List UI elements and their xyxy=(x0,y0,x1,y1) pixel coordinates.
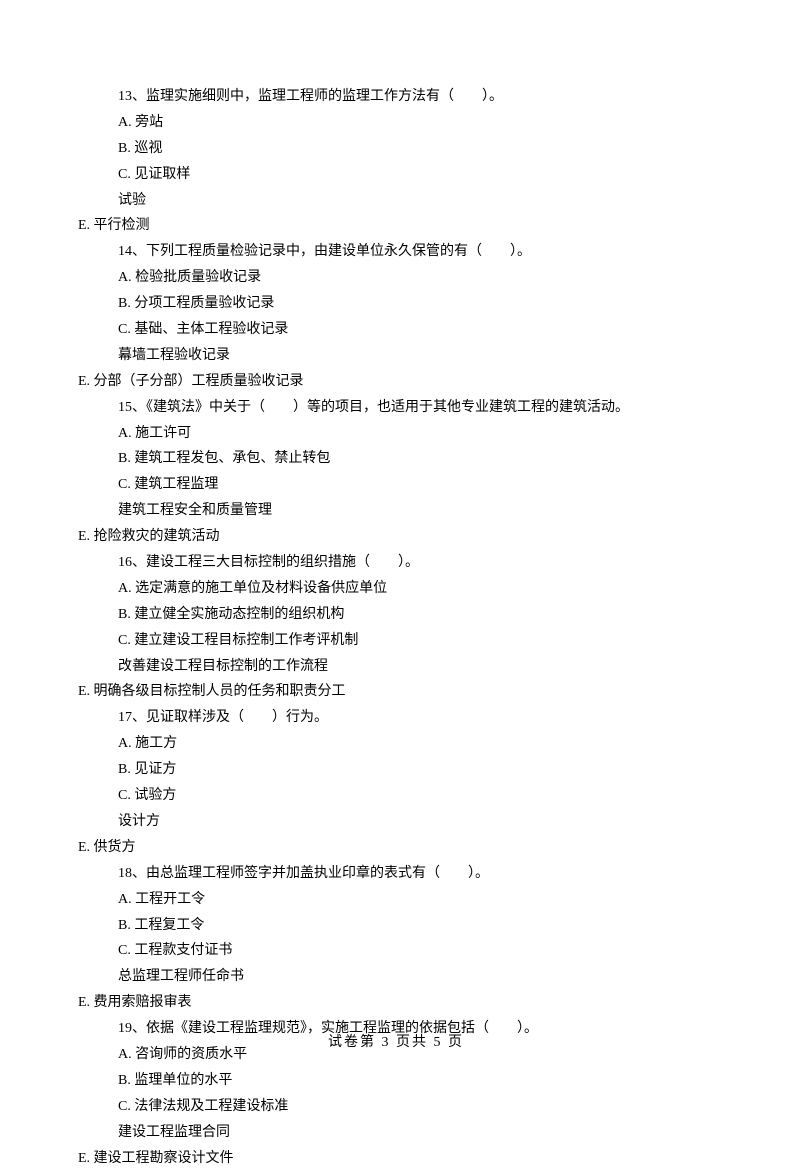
q14-opt-b: B. 分项工程质量验收记录 xyxy=(78,291,792,317)
q14-opt-e: E. 分部（子分部）工程质量验收记录 xyxy=(78,369,792,395)
q19-opt-d: 建设工程监理合同 xyxy=(78,1120,792,1146)
q15-opt-d: 建筑工程安全和质量管理 xyxy=(78,498,792,524)
q18-opt-d: 总监理工程师任命书 xyxy=(78,964,792,990)
q13-stem: 13、监理实施细则中，监理工程师的监理工作方法有（ ）。 xyxy=(78,84,792,110)
q16-opt-a: A. 选定满意的施工单位及材料设备供应单位 xyxy=(78,576,792,602)
q18-opt-c: C. 工程款支付证书 xyxy=(78,938,792,964)
q15-opt-e: E. 抢险救灾的建筑活动 xyxy=(78,524,792,550)
q16-stem: 16、建设工程三大目标控制的组织措施（ ）。 xyxy=(78,550,792,576)
page-footer: 试卷第 3 页共 5 页 xyxy=(0,1030,792,1056)
q16-opt-e: E. 明确各级目标控制人员的任务和职责分工 xyxy=(78,679,792,705)
q13-opt-b: B. 巡视 xyxy=(78,136,792,162)
q19-opt-e: E. 建设工程勘察设计文件 xyxy=(78,1146,792,1171)
q14-opt-d: 幕墙工程验收记录 xyxy=(78,343,792,369)
q17-opt-e: E. 供货方 xyxy=(78,835,792,861)
q17-opt-a: A. 施工方 xyxy=(78,731,792,757)
q18-opt-a: A. 工程开工令 xyxy=(78,887,792,913)
q15-opt-b: B. 建筑工程发包、承包、禁止转包 xyxy=(78,446,792,472)
q14-opt-c: C. 基础、主体工程验收记录 xyxy=(78,317,792,343)
q13-opt-a: A. 旁站 xyxy=(78,110,792,136)
q14-stem: 14、下列工程质量检验记录中，由建设单位永久保管的有（ ）。 xyxy=(78,239,792,265)
q15-opt-c: C. 建筑工程监理 xyxy=(78,472,792,498)
q17-opt-d: 设计方 xyxy=(78,809,792,835)
q18-stem: 18、由总监理工程师签字并加盖执业印章的表式有（ ）。 xyxy=(78,861,792,887)
q15-opt-a: A. 施工许可 xyxy=(78,421,792,447)
q13-opt-e: E. 平行检测 xyxy=(78,213,792,239)
q14-opt-a: A. 检验批质量验收记录 xyxy=(78,265,792,291)
q17-stem: 17、见证取样涉及（ ）行为。 xyxy=(78,705,792,731)
q17-opt-c: C. 试验方 xyxy=(78,783,792,809)
q18-opt-e: E. 费用索赔报审表 xyxy=(78,990,792,1016)
q16-opt-b: B. 建立健全实施动态控制的组织机构 xyxy=(78,602,792,628)
q18-opt-b: B. 工程复工令 xyxy=(78,913,792,939)
q15-stem: 15、《建筑法》中关于（ ）等的项目，也适用于其他专业建筑工程的建筑活动。 xyxy=(78,395,792,421)
q19-opt-b: B. 监理单位的水平 xyxy=(78,1068,792,1094)
q13-opt-d: 试验 xyxy=(78,188,792,214)
q16-opt-d: 改善建设工程目标控制的工作流程 xyxy=(78,654,792,680)
q19-opt-c: C. 法律法规及工程建设标准 xyxy=(78,1094,792,1120)
q16-opt-c: C. 建立建设工程目标控制工作考评机制 xyxy=(78,628,792,654)
q13-opt-c: C. 见证取样 xyxy=(78,162,792,188)
q17-opt-b: B. 见证方 xyxy=(78,757,792,783)
page-content: 13、监理实施细则中，监理工程师的监理工作方法有（ ）。 A. 旁站 B. 巡视… xyxy=(0,84,792,1171)
